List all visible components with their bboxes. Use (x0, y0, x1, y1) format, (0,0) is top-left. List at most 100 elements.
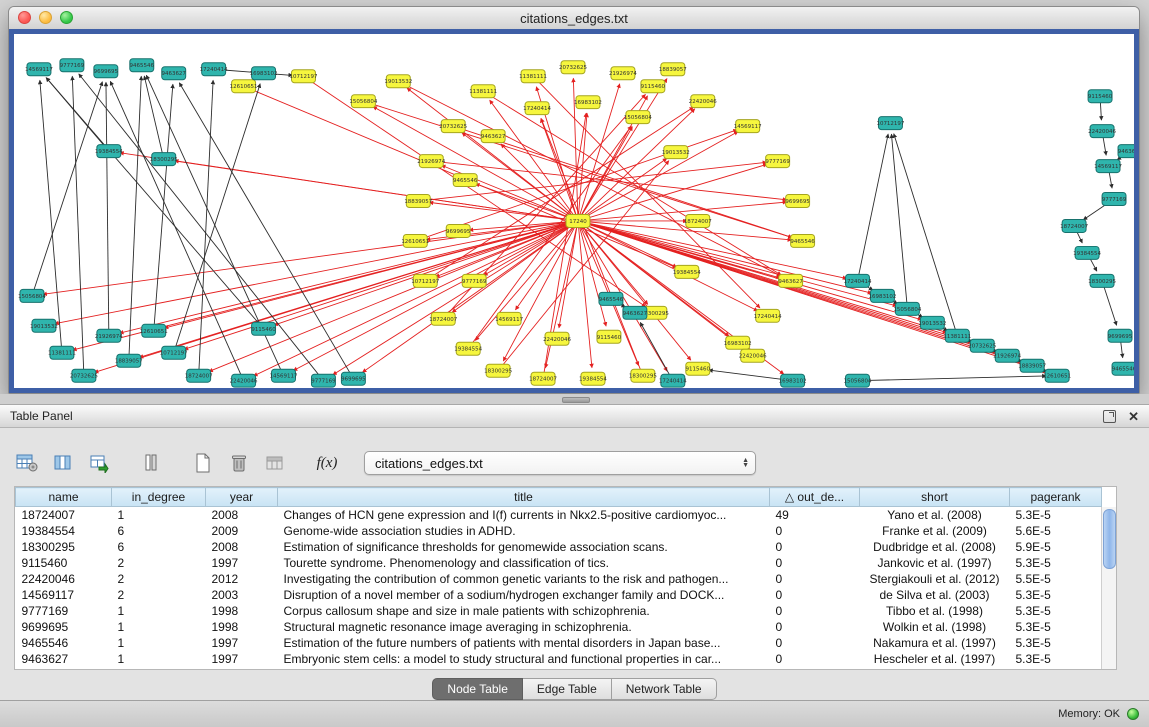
graph-node[interactable]: 19384554 (95, 145, 123, 158)
minimize-window-button[interactable] (39, 11, 52, 24)
export-table-button[interactable] (86, 450, 112, 476)
table-cell[interactable]: 1 (112, 507, 206, 524)
graph-node[interactable]: 14569117 (495, 312, 523, 325)
graph-node[interactable]: 9777169 (1102, 193, 1127, 206)
graph-node[interactable]: 9699695 (341, 372, 366, 385)
graph-node[interactable]: 19013532 (30, 319, 58, 332)
graph-node[interactable]: 22420046 (689, 95, 717, 108)
table-cell[interactable]: Wolkin et al. (1998) (860, 619, 1010, 635)
graph-node[interactable]: 9465546 (130, 59, 155, 72)
graph-node[interactable]: 9465546 (1112, 362, 1134, 375)
table-settings-button[interactable] (14, 450, 40, 476)
table-cell[interactable]: 18300295 (16, 539, 112, 555)
window-titlebar[interactable]: citations_edges.txt (9, 7, 1139, 30)
table-cell[interactable]: Disruption of a novel member of a sodium… (278, 587, 770, 603)
graph-node[interactable]: 18839057 (404, 195, 432, 208)
graph-node[interactable]: 12610651 (230, 80, 258, 93)
table-cell[interactable]: 2012 (206, 571, 278, 587)
table-cell[interactable]: 19384554 (16, 523, 112, 539)
graph-node[interactable]: 16983102 (868, 289, 896, 302)
graph-node[interactable]: 21926974 (609, 67, 637, 80)
zoom-window-button[interactable] (60, 11, 73, 24)
column-header-name[interactable]: name (16, 488, 112, 507)
table-cell[interactable]: 9777169 (16, 603, 112, 619)
table-row[interactable]: 969969511998Structural magnetic resonanc… (16, 619, 1102, 635)
table-cell[interactable]: Tourette syndrome. Phenomenology and cla… (278, 555, 770, 571)
table-cell[interactable]: 49 (770, 507, 860, 524)
table-vertical-scrollbar[interactable] (1101, 507, 1116, 669)
graph-node[interactable]: 9463627 (778, 274, 803, 287)
tab-node-table[interactable]: Node Table (432, 678, 523, 700)
table-cell[interactable]: Genome-wide association studies in ADHD. (278, 523, 770, 539)
graph-node[interactable]: 19013532 (662, 146, 690, 159)
graph-node[interactable]: 15056804 (624, 111, 652, 124)
graph-node[interactable]: 17240414 (200, 63, 228, 76)
table-cell[interactable]: 0 (770, 587, 860, 603)
graph-node[interactable]: 17240414 (659, 374, 687, 387)
graph-node[interactable]: 18839057 (115, 354, 143, 367)
close-window-button[interactable] (18, 11, 31, 24)
table-cell[interactable]: 1 (112, 603, 206, 619)
graph-node[interactable]: 20732625 (968, 339, 996, 352)
table-cell[interactable]: 0 (770, 555, 860, 571)
table-cell[interactable]: 22420046 (16, 571, 112, 587)
graph-node[interactable]: 15056804 (844, 374, 872, 387)
graph-node[interactable]: 9115460 (1088, 90, 1113, 103)
table-cell[interactable]: 2008 (206, 539, 278, 555)
graph-node[interactable]: 9699695 (785, 195, 810, 208)
table-cell[interactable]: 5.3E-5 (1010, 555, 1102, 571)
graph-node[interactable]: 10712197 (876, 117, 904, 130)
table-cell[interactable]: 2 (112, 555, 206, 571)
table-cell[interactable]: Jankovic et al. (1997) (860, 555, 1010, 571)
delete-table-button[interactable] (226, 450, 252, 476)
close-panel-icon[interactable]: ✕ (1128, 411, 1139, 422)
graph-node[interactable]: 14569117 (1094, 160, 1122, 173)
graph-node[interactable]: 15056804 (18, 289, 46, 302)
graph-node[interactable]: 18839057 (1018, 359, 1046, 372)
import-table-button[interactable] (262, 450, 288, 476)
graph-node[interactable]: 11381111 (469, 85, 497, 98)
table-row[interactable]: 1830029562008Estimation of significance … (16, 539, 1102, 555)
table-cell[interactable]: 2 (112, 571, 206, 587)
table-cell[interactable]: 0 (770, 539, 860, 555)
graph-node[interactable]: 9115460 (251, 322, 276, 335)
graph-node[interactable]: 22420046 (543, 332, 571, 345)
graph-node[interactable]: 16983102 (724, 336, 752, 349)
table-cell[interactable]: Changes of HCN gene expression and I(f) … (278, 507, 770, 524)
graph-node[interactable]: 14569117 (734, 120, 762, 133)
table-row[interactable]: 1456911722003Disruption of a novel membe… (16, 587, 1102, 603)
graph-node[interactable]: 10712197 (160, 346, 188, 359)
graph-node[interactable]: 22420046 (230, 374, 258, 387)
graph-node[interactable]: 10712197 (290, 70, 318, 83)
table-cell[interactable]: 1998 (206, 603, 278, 619)
table-cell[interactable]: Estimation of significance thresholds fo… (278, 539, 770, 555)
graph-node[interactable]: 21926974 (95, 329, 123, 342)
table-cell[interactable]: 0 (770, 619, 860, 635)
splitter-grip-icon[interactable] (562, 397, 590, 403)
network-canvas[interactable]: 1724018724007193845541830029591154602242… (9, 29, 1139, 393)
table-cell[interactable]: 1 (112, 651, 206, 667)
graph-node[interactable]: 9115460 (686, 362, 711, 375)
graph-node[interactable]: 11381111 (943, 329, 971, 342)
graph-node[interactable]: 9465546 (790, 234, 815, 247)
table-cell[interactable]: 5.3E-5 (1010, 651, 1102, 667)
table-cell[interactable]: 5.3E-5 (1010, 603, 1102, 619)
graph-node[interactable]: 9699695 (1108, 329, 1133, 342)
table-cell[interactable]: 1997 (206, 555, 278, 571)
graph-node[interactable]: 9465546 (599, 292, 624, 305)
table-row[interactable]: 946554611997Estimation of the future num… (16, 635, 1102, 651)
table-cell[interactable]: 1997 (206, 651, 278, 667)
table-cell[interactable]: 5.3E-5 (1010, 587, 1102, 603)
graph-node[interactable]: 18724007 (429, 312, 457, 325)
table-cell[interactable]: Stergiakouli et al. (2012) (860, 571, 1010, 587)
graph-node[interactable]: 17240 (566, 214, 590, 227)
graph-node[interactable]: 22420046 (1088, 125, 1116, 138)
table-cell[interactable]: 0 (770, 523, 860, 539)
panel-splitter[interactable] (0, 394, 1149, 404)
graph-node[interactable]: 9463627 (623, 306, 648, 319)
table-cell[interactable]: 2 (112, 587, 206, 603)
table-row[interactable]: 946362711997Embryonic stem cells: a mode… (16, 651, 1102, 667)
table-cell[interactable]: 9465546 (16, 635, 112, 651)
table-cell[interactable]: 0 (770, 651, 860, 667)
table-cell[interactable]: 6 (112, 523, 206, 539)
